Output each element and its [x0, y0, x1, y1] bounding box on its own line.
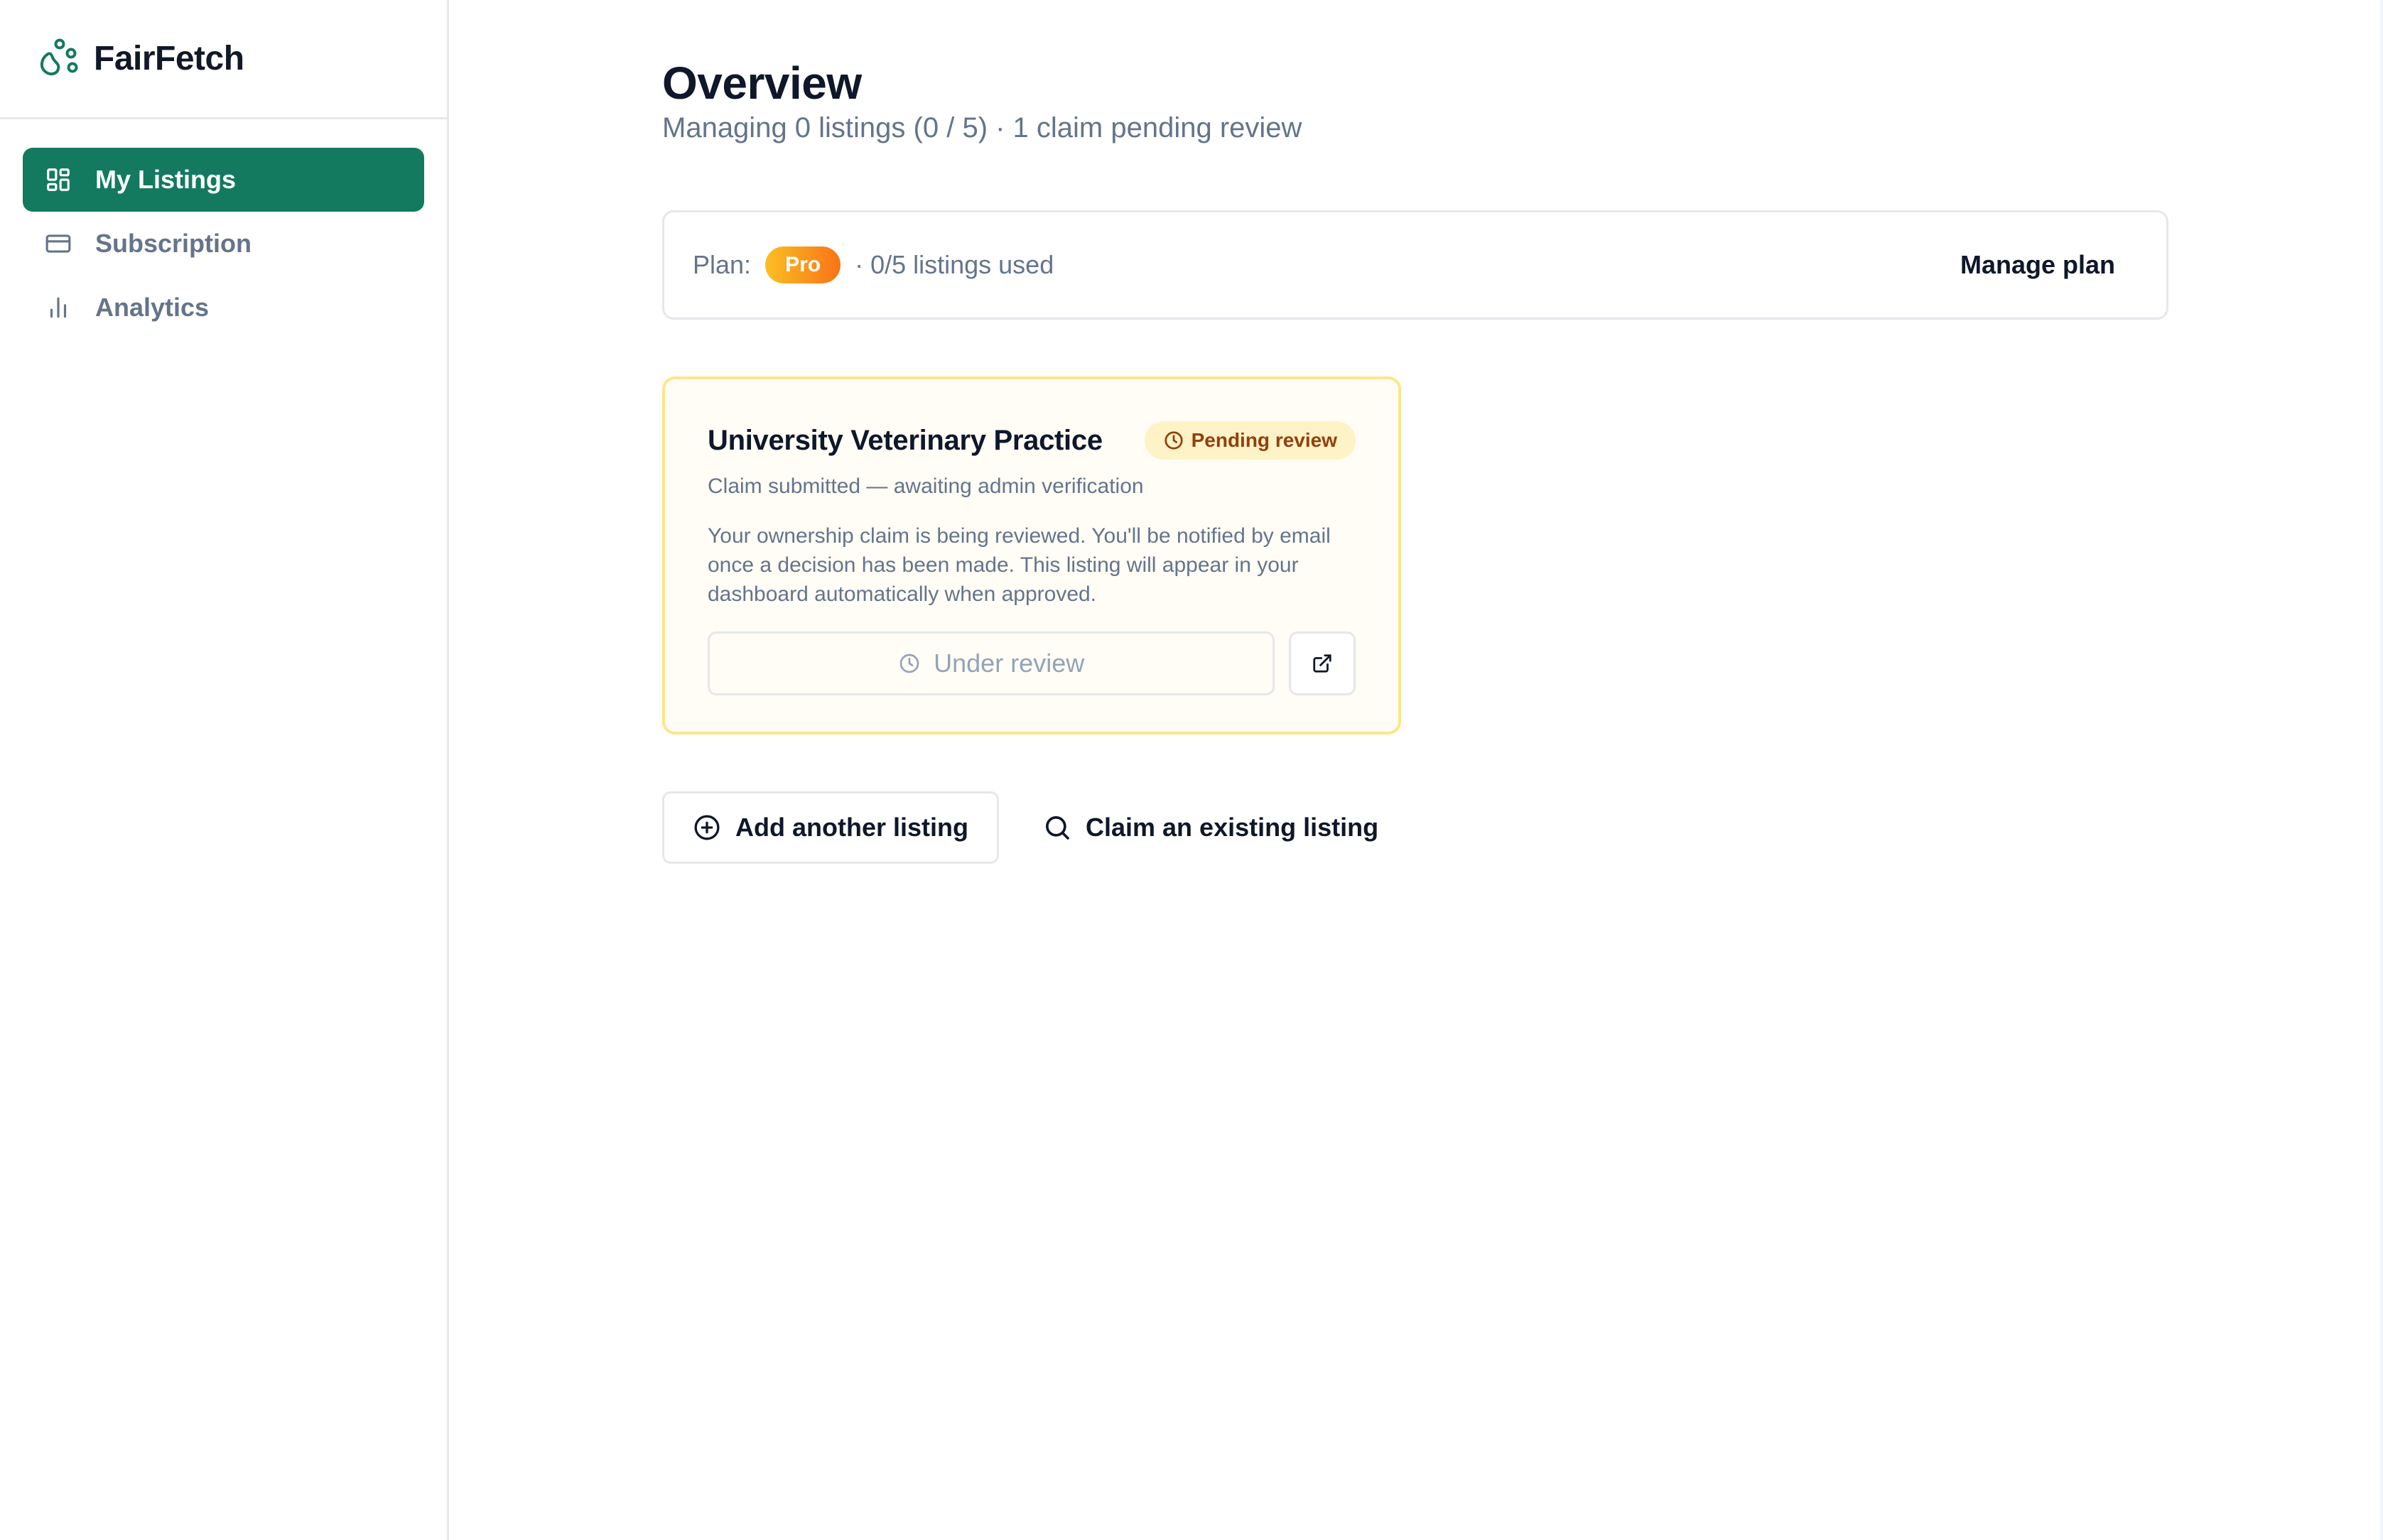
brand[interactable]: FairFetch [0, 0, 447, 119]
sidebar: FairFetch My Listings Subscription Analy… [0, 0, 449, 1540]
claim-description: Your ownership claim is being reviewed. … [708, 524, 1331, 606]
sidebar-item-my-listings[interactable]: My Listings [23, 148, 424, 212]
add-listing-label: Add another listing [735, 813, 968, 842]
sidebar-item-label: Subscription [95, 229, 252, 258]
sidebar-item-label: My Listings [95, 165, 237, 194]
grid-icon [44, 166, 72, 194]
claim-card-actions: Under review [708, 631, 1356, 695]
claim-listing-title: University Veterinary Practice [708, 424, 1103, 456]
clock-icon [1164, 431, 1183, 450]
page-subtitle: Managing 0 listings (0 / 5) · 1 claim pe… [662, 112, 1302, 143]
under-review-button[interactable]: Under review [708, 631, 1275, 695]
open-external-button[interactable] [1289, 631, 1356, 695]
claim-card-header: University Veterinary Practice Pending r… [708, 419, 1356, 462]
plan-label: Plan: [693, 250, 752, 279]
manage-plan-button[interactable]: Manage plan [1938, 237, 2138, 293]
status-badge: Pending review [1144, 421, 1356, 460]
brand-name: FairFetch [94, 40, 244, 77]
paw-logo-icon [37, 38, 80, 80]
sidebar-nav: My Listings Subscription Analytics [0, 119, 447, 340]
listing-actions: Add another listing Claim an existing li… [662, 791, 1401, 864]
scrollbar-track[interactable] [2380, 0, 2383, 1540]
plan-tier-badge: Pro [765, 246, 841, 283]
plus-circle-icon [694, 815, 720, 840]
app-root: FairFetch My Listings Subscription Analy… [0, 0, 2383, 1540]
clock-icon [899, 654, 919, 673]
status-badge-label: Pending review [1191, 429, 1337, 451]
plan-usage: · 0/5 listings used [855, 250, 1054, 279]
sidebar-item-analytics[interactable]: Analytics [23, 276, 424, 340]
claim-status-text: Claim submitted — awaiting admin verific… [708, 475, 1144, 498]
claim-listing-label: Claim an existing listing [1086, 813, 1379, 842]
search-icon [1046, 816, 1069, 840]
sidebar-item-label: Analytics [95, 293, 210, 322]
page-title: Overview [662, 58, 862, 109]
pending-claim-card: University Veterinary Practice Pending r… [662, 376, 1401, 734]
add-listing-button[interactable]: Add another listing [662, 791, 999, 864]
plan-card: Plan: Pro · 0/5 listings used Manage pla… [662, 210, 2168, 320]
claim-listing-button[interactable]: Claim an existing listing [1020, 791, 1401, 864]
sidebar-item-subscription[interactable]: Subscription [23, 212, 424, 276]
credit-card-icon [44, 229, 72, 258]
external-link-icon [1313, 654, 1331, 673]
under-review-label: Under review [934, 649, 1085, 678]
bar-chart-icon [44, 293, 72, 322]
